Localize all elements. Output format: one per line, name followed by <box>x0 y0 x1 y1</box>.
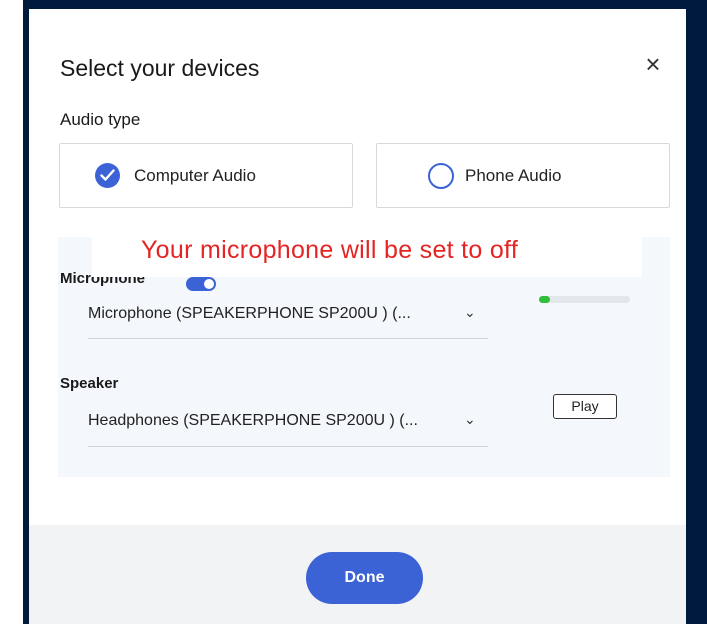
chevron-down-icon: ⌄ <box>464 304 476 320</box>
select-devices-dialog: Select your devices × Audio type Compute… <box>29 9 686 624</box>
dialog-footer: Done <box>29 525 686 624</box>
close-button[interactable]: × <box>642 51 664 77</box>
speaker-select-value: Headphones (SPEAKERPHONE SP200U ) (... <box>88 412 418 429</box>
play-button[interactable]: Play <box>553 394 617 419</box>
microphone-level-fill <box>539 296 550 303</box>
computer-audio-label: Computer Audio <box>134 166 256 185</box>
microphone-select[interactable]: Microphone (SPEAKERPHONE SP200U ) (... ⌄ <box>88 304 488 339</box>
toggle-knob <box>204 279 214 289</box>
close-icon: × <box>645 49 661 79</box>
phone-audio-option[interactable]: Phone Audio <box>376 143 670 208</box>
phone-audio-label: Phone Audio <box>465 166 562 185</box>
window-frame-right <box>686 0 707 624</box>
speaker-label: Speaker <box>60 375 119 392</box>
unchecked-radio-icon <box>428 163 454 189</box>
computer-audio-option[interactable]: Computer Audio <box>59 143 353 208</box>
dialog-title: Select your devices <box>60 55 260 81</box>
microphone-select-value: Microphone (SPEAKERPHONE SP200U ) (... <box>88 305 411 322</box>
audio-type-label: Audio type <box>60 110 141 129</box>
chevron-down-icon: ⌄ <box>464 411 476 427</box>
window-frame-top <box>0 0 707 9</box>
done-button[interactable]: Done <box>306 552 423 604</box>
checked-radio-icon <box>95 163 120 188</box>
microphone-level-meter <box>539 296 630 303</box>
warning-banner: Your microphone will be set to off <box>92 231 642 277</box>
speaker-select[interactable]: Headphones (SPEAKERPHONE SP200U ) (... ⌄ <box>88 411 488 447</box>
microphone-toggle[interactable] <box>186 277 216 291</box>
